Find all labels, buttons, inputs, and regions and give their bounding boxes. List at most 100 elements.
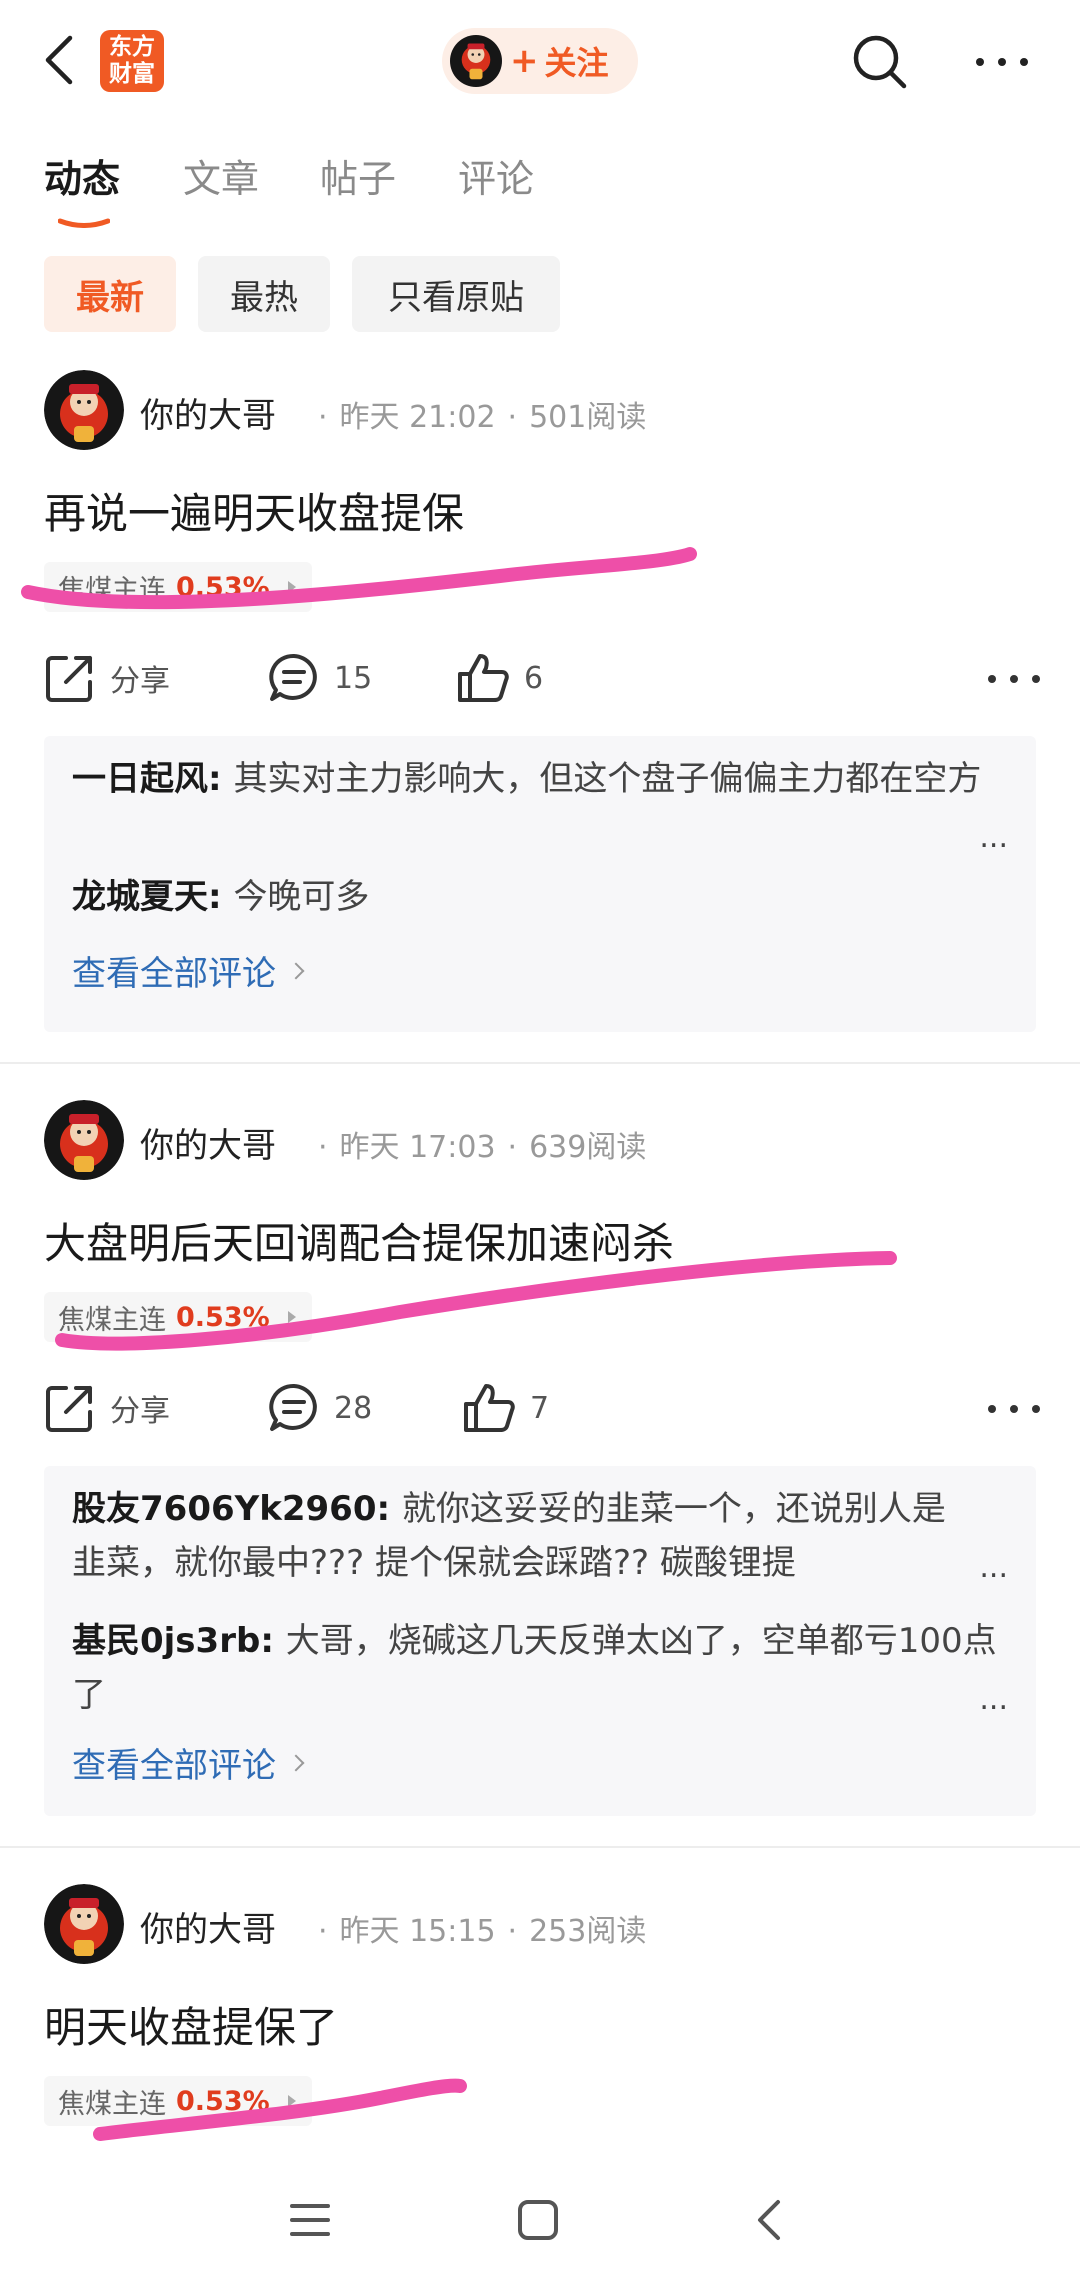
share-button[interactable]: 分享 (44, 648, 170, 708)
follow-label: 关注 (544, 44, 609, 82)
like-button[interactable]: 6 (456, 648, 543, 708)
chevron-right-icon (287, 1754, 305, 1771)
follow-button[interactable]: + 关注 (442, 28, 638, 94)
thumbs-up-icon (458, 654, 509, 702)
view-all-comments-link[interactable]: 查看全部评论 (72, 1738, 305, 1787)
tab-dynamic[interactable]: 动态 (44, 148, 120, 203)
comment-button[interactable]: 28 (268, 1378, 372, 1438)
tab-comments[interactable]: 评论 (458, 148, 534, 203)
comment-item[interactable]: 股友7606Yk2960: 就你这妥妥的韭菜一个，还说别人是韭菜，就你最中???… (72, 1482, 952, 1590)
stock-name: 焦煤主连 (58, 2088, 166, 2120)
view-all-comments-link[interactable]: 查看全部评论 (72, 946, 305, 995)
filter-latest[interactable]: 最新 (44, 256, 176, 332)
comment-text: 今晚可多 (233, 877, 370, 917)
stock-tag[interactable]: 焦煤主连 0.53% (44, 2076, 312, 2126)
comment-button[interactable]: 15 (268, 648, 372, 708)
post-actions: 分享 15 6 (44, 648, 1044, 708)
post-title[interactable]: 大盘明后天回调配合提保加速闷杀 (44, 1210, 674, 1271)
home-button[interactable] (508, 2190, 568, 2250)
comment-count: 28 (334, 1390, 373, 1426)
back-arrow-icon (45, 35, 73, 85)
post-meta: · 昨天 21:02 · 501阅读 (318, 400, 647, 435)
post-time: 昨天 21:02 (339, 400, 496, 435)
filter-hot[interactable]: 最热 (198, 256, 330, 332)
more-dots-icon[interactable] (984, 664, 1044, 694)
post-actions: 分享 28 7 (44, 1378, 1044, 1438)
post-header: 你的大哥 · 昨天 21:02 · 501阅读 (44, 370, 1044, 452)
post-divider (0, 1846, 1080, 1848)
stock-name: 焦煤主连 (58, 574, 166, 606)
triangle-right-icon (287, 581, 296, 593)
stock-tag[interactable]: 焦煤主连 0.53% (44, 562, 312, 612)
post-meta: · 昨天 17:03 · 639阅读 (318, 1130, 647, 1165)
menu-icon (290, 2204, 330, 2236)
author-avatar[interactable] (44, 1884, 124, 1964)
avatar (450, 35, 502, 87)
logo-text-line2: 财富 (109, 61, 155, 87)
read-count: 253阅读 (529, 1914, 647, 1949)
read-count: 501阅读 (529, 400, 647, 435)
like-count: 6 (524, 660, 544, 696)
like-button[interactable]: 7 (462, 1378, 549, 1438)
tab-posts[interactable]: 帖子 (320, 148, 396, 203)
stock-tag[interactable]: 焦煤主连 0.53% (44, 1292, 312, 1342)
like-count: 7 (530, 1390, 550, 1426)
share-label: 分享 (110, 664, 170, 699)
share-button[interactable]: 分享 (44, 1378, 170, 1438)
thumbs-up-icon (464, 1384, 515, 1432)
more-button[interactable] (970, 40, 1034, 84)
view-all-label: 查看全部评论 (72, 1746, 276, 1786)
post-card: 你的大哥 · 昨天 17:03 · 639阅读 大盘明后天回调配合提保加速闷杀 焦煤主… (0, 1100, 1080, 1820)
author-name[interactable]: 你的大哥 (140, 1902, 276, 1951)
home-square-icon (518, 2200, 558, 2240)
comment-text: 其实对主力影响大，但这个盘子偏偏主力都在空方 (233, 759, 982, 799)
post-header: 你的大哥 · 昨天 17:03 · 639阅读 (44, 1100, 1044, 1182)
post-title[interactable]: 明天收盘提保了 (44, 1994, 338, 2055)
comment-icon (269, 1383, 317, 1431)
triangle-right-icon (287, 1311, 296, 1323)
author-name[interactable]: 你的大哥 (140, 1118, 276, 1167)
system-back-button[interactable] (740, 2190, 800, 2250)
share-icon (46, 656, 92, 702)
content-tabs: 动态 文章 帖子 评论 (0, 148, 1080, 228)
more-dots-icon[interactable] (984, 1394, 1044, 1424)
author-name[interactable]: 你的大哥 (140, 388, 276, 437)
post-meta: · 昨天 15:15 · 253阅读 (318, 1914, 647, 1949)
filter-original-only[interactable]: 只看原贴 (352, 256, 560, 332)
comment-icon (269, 653, 317, 701)
active-tab-indicator (58, 218, 110, 228)
post-card: 你的大哥 · 昨天 21:02 · 501阅读 再说一遍明天收盘提保 焦煤主连 0.5… (0, 370, 1080, 1032)
share-label: 分享 (110, 1394, 170, 1429)
system-navigation-bar (0, 2160, 1080, 2280)
commenter-name: 一日起风 (72, 759, 208, 799)
comment-item[interactable]: 基民0js3rb: 大哥，烧碱这几天反弹太凶了，空单都亏100点了 (72, 1614, 1002, 1722)
stock-change: 0.53% (176, 1301, 270, 1333)
expand-ellipsis[interactable]: ... (979, 1682, 1008, 1717)
logo-text-line1: 东方 (109, 34, 155, 60)
view-all-label: 查看全部评论 (72, 954, 276, 994)
post-divider (0, 1062, 1080, 1064)
share-icon (46, 1386, 92, 1432)
comment-preview-box: 一日起风: 其实对主力影响大，但这个盘子偏偏主力都在空方 ... 龙城夏天: 今… (44, 736, 1036, 1032)
expand-ellipsis[interactable]: ... (979, 820, 1008, 855)
back-button[interactable] (36, 30, 86, 90)
post-time: 昨天 17:03 (339, 1130, 496, 1165)
app-logo[interactable]: 东方 财富 (100, 30, 164, 92)
tab-articles[interactable]: 文章 (183, 148, 259, 203)
stock-name: 焦煤主连 (58, 1304, 166, 1336)
search-button[interactable] (848, 30, 912, 94)
back-chevron-icon (758, 2200, 780, 2240)
commenter-name: 龙城夏天 (72, 877, 208, 917)
post-title[interactable]: 再说一遍明天收盘提保 (44, 480, 464, 541)
stock-change: 0.53% (176, 571, 270, 603)
stock-change: 0.53% (176, 2085, 270, 2117)
plus-icon: + (510, 41, 539, 81)
comment-item[interactable]: 一日起风: 其实对主力影响大，但这个盘子偏偏主力都在空方 (72, 752, 1002, 860)
menu-button[interactable] (280, 2190, 340, 2250)
comment-preview-box: 股友7606Yk2960: 就你这妥妥的韭菜一个，还说别人是韭菜，就你最中???… (44, 1466, 1036, 1816)
author-avatar[interactable] (44, 1100, 124, 1180)
triangle-right-icon (287, 2095, 296, 2107)
expand-ellipsis[interactable]: ... (979, 1550, 1008, 1585)
comment-item[interactable]: 龙城夏天: 今晚可多 (72, 870, 1002, 924)
author-avatar[interactable] (44, 370, 124, 450)
